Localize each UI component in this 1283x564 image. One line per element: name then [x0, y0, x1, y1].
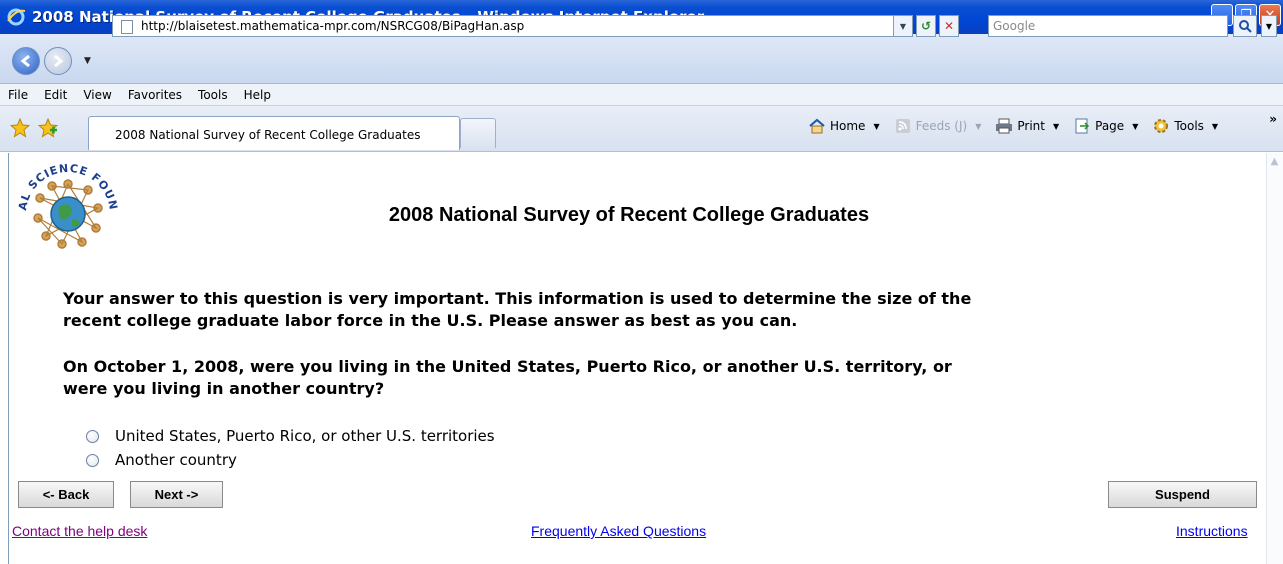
home-label: Home [830, 119, 866, 133]
menu-edit[interactable]: Edit [44, 88, 67, 102]
page-icon [1075, 118, 1090, 134]
feeds-button[interactable]: Feeds (J) ▼ [894, 118, 981, 134]
print-label: Print [1017, 119, 1045, 133]
chevron-down-icon[interactable]: ▼ [1212, 122, 1218, 131]
chevron-down-icon[interactable]: ▼ [1132, 122, 1138, 131]
back-arrow-icon [20, 54, 30, 68]
search-placeholder: Google [993, 19, 1036, 33]
rss-feed-icon [895, 119, 910, 133]
printer-icon [996, 118, 1013, 134]
favorites-star-icon[interactable] [10, 118, 30, 138]
option-another-country[interactable]: Another country [86, 448, 495, 472]
search-button[interactable] [1233, 15, 1257, 37]
add-favorites-icon[interactable] [38, 118, 58, 138]
address-input[interactable]: http://blaisetest.mathematica-mpr.com/NS… [112, 15, 910, 37]
chevron-down-icon[interactable]: ▼ [1053, 122, 1059, 131]
page-label: Page [1095, 119, 1125, 133]
option-label[interactable]: United States, Puerto Rico, or other U.S… [115, 427, 495, 445]
vertical-scrollbar[interactable] [1266, 153, 1283, 564]
address-dropdown-button[interactable]: ▼ [893, 15, 913, 37]
question-text: On October 1, 2008, were you living in t… [63, 357, 952, 398]
radio-button[interactable] [86, 453, 99, 467]
chevron-down-icon[interactable]: ▼ [873, 122, 879, 131]
forward-arrow-icon [54, 54, 64, 68]
search-options-dropdown[interactable]: ▼ [1261, 15, 1277, 37]
intro-text: Your answer to this question is very imp… [63, 289, 972, 330]
faq-link[interactable]: Frequently Asked Questions [531, 523, 706, 539]
recent-pages-dropdown[interactable]: ▼ [84, 56, 91, 66]
help-desk-link[interactable]: Contact the help desk [12, 523, 147, 539]
home-icon [809, 118, 825, 134]
search-icon [1239, 20, 1252, 33]
internet-explorer-icon [7, 8, 26, 26]
page-menu-button[interactable]: Page ▼ [1073, 118, 1138, 134]
feeds-label: Feeds (J) [915, 119, 968, 133]
menu-bar: File Edit View Favorites Tools Help [0, 84, 1283, 106]
page-title: 2008 National Survey of Recent College G… [0, 204, 1266, 227]
instructions-link[interactable]: Instructions [1176, 523, 1248, 539]
toolbar-overflow-icon[interactable]: » [1269, 112, 1277, 126]
tab-survey[interactable]: 2008 National Survey of Recent College G… [88, 116, 460, 150]
address-url: http://blaisetest.mathematica-mpr.com/NS… [141, 19, 525, 33]
scroll-up-arrow-icon[interactable]: ▲ [1266, 153, 1283, 170]
option-us[interactable]: United States, Puerto Rico, or other U.S… [86, 424, 495, 448]
address-toolbar: ▼ [0, 34, 1283, 84]
option-label[interactable]: Another country [115, 451, 237, 469]
menu-help[interactable]: Help [244, 88, 271, 102]
menu-tools[interactable]: Tools [198, 88, 228, 102]
search-input[interactable]: Google [988, 15, 1228, 37]
forward-nav-button[interactable] [44, 47, 72, 75]
next-button[interactable]: Next -> [130, 481, 223, 508]
radio-button[interactable] [86, 429, 99, 443]
tab-toolbar: 2008 National Survey of Recent College G… [0, 106, 1283, 152]
tools-label: Tools [1174, 119, 1204, 133]
home-button[interactable]: Home ▼ [808, 118, 880, 134]
chevron-down-icon[interactable]: ▼ [975, 122, 981, 131]
tools-menu-button[interactable]: Tools ▼ [1152, 118, 1218, 134]
menu-favorites[interactable]: Favorites [128, 88, 182, 102]
new-tab-button[interactable] [460, 118, 496, 148]
back-nav-button[interactable] [12, 47, 40, 75]
answer-options: United States, Puerto Rico, or other U.S… [86, 424, 495, 472]
page-title-text: 2008 National Survey of Recent College G… [388, 204, 870, 226]
refresh-button[interactable]: ↺ [916, 15, 936, 37]
menu-view[interactable]: View [83, 88, 111, 102]
suspend-button[interactable]: Suspend [1108, 481, 1257, 508]
page-icon [121, 20, 133, 34]
stop-button[interactable]: ✕ [939, 15, 959, 37]
gear-icon [1154, 119, 1169, 133]
back-button[interactable]: <- Back [18, 481, 114, 508]
print-button[interactable]: Print ▼ [995, 118, 1059, 134]
tab-label: 2008 National Survey of Recent College G… [115, 128, 421, 142]
menu-file[interactable]: File [8, 88, 28, 102]
